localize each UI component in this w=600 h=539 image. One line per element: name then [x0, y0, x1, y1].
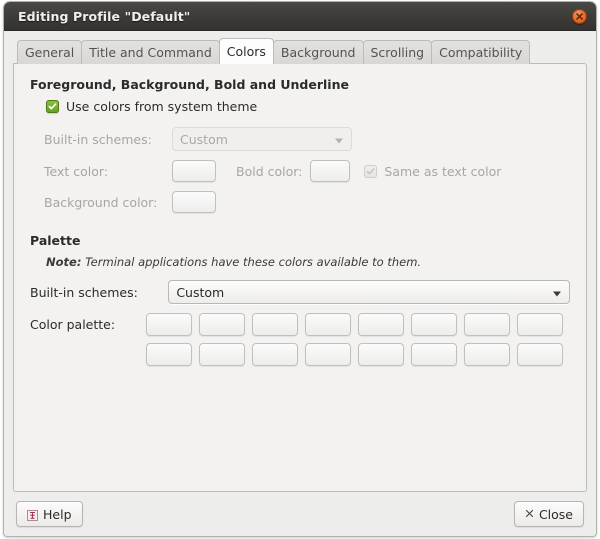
- help-button[interactable]: Help: [16, 501, 83, 527]
- palette-color-1-7[interactable]: [517, 343, 563, 366]
- color-palette-grid: [146, 313, 570, 373]
- colors-tab-panel: Foreground, Background, Bold and Underli…: [13, 63, 587, 492]
- builtin-schemes-palette-label: Built-in schemes:: [30, 284, 138, 300]
- text-color-label: Text color:: [44, 163, 109, 179]
- builtin-schemes-palette-row: Built-in schemes: Custom: [30, 280, 570, 304]
- editing-profile-dialog: Editing Profile "Default" General Title …: [4, 2, 596, 536]
- color-palette-label: Color palette:: [30, 317, 116, 332]
- bold-color-label: Bold color:: [236, 163, 303, 179]
- text-color-swatch[interactable]: [172, 160, 216, 182]
- palette-color-0-5[interactable]: [411, 313, 457, 336]
- same-as-text-checkmark-icon[interactable]: [364, 164, 378, 178]
- tab-compatibility[interactable]: Compatibility: [431, 40, 531, 64]
- use-system-theme-label: Use colors from system theme: [66, 99, 258, 114]
- palette-color-1-5[interactable]: [411, 343, 457, 366]
- chevron-down-icon: [335, 132, 343, 147]
- palette-note: Note: Terminal applications have these c…: [46, 255, 570, 269]
- chevron-down-icon: [553, 285, 561, 300]
- close-circle-icon[interactable]: [572, 9, 587, 24]
- builtin-schemes-fg-row: Built-in schemes: Custom: [44, 127, 570, 151]
- dialog-action-bar: Help Close: [4, 492, 596, 536]
- titlebar[interactable]: Editing Profile "Default": [4, 2, 596, 31]
- dialog-content: General Title and Command Colors Backgro…: [4, 31, 596, 492]
- palette-color-0-0[interactable]: [146, 313, 192, 336]
- background-color-row: Background color:: [44, 191, 570, 213]
- palette-color-0-1[interactable]: [199, 313, 245, 336]
- palette-color-1-4[interactable]: [358, 343, 404, 366]
- same-as-text-color-label: Same as text color: [384, 163, 502, 179]
- close-button-label: Close: [538, 506, 573, 522]
- palette-note-text: Terminal applications have these colors …: [85, 255, 422, 269]
- window-title: Editing Profile "Default": [18, 8, 191, 24]
- palette-color-1-0[interactable]: [146, 343, 192, 366]
- background-color-label: Background color:: [44, 194, 158, 210]
- tab-scrolling[interactable]: Scrolling: [362, 40, 433, 64]
- tab-background[interactable]: Background: [272, 40, 364, 64]
- tab-bar: General Title and Command Colors Backgro…: [13, 37, 587, 64]
- palette-color-0-4[interactable]: [358, 313, 404, 336]
- help-button-label: Help: [43, 506, 72, 522]
- tab-title-and-command[interactable]: Title and Command: [81, 40, 220, 64]
- builtin-schemes-palette-combo[interactable]: Custom: [168, 280, 570, 304]
- builtin-schemes-fg-value: Custom: [180, 131, 228, 147]
- builtin-schemes-palette-value: Custom: [176, 284, 225, 300]
- palette-color-1-1[interactable]: [199, 343, 245, 366]
- tab-colors[interactable]: Colors: [218, 38, 274, 64]
- close-button[interactable]: Close: [513, 501, 584, 527]
- foreground-section-title: Foreground, Background, Bold and Underli…: [30, 77, 349, 92]
- bold-color-swatch[interactable]: [310, 160, 351, 182]
- palette-color-0-6[interactable]: [464, 313, 510, 336]
- builtin-schemes-fg-label: Built-in schemes:: [44, 131, 152, 147]
- close-x-icon: [525, 508, 534, 521]
- text-bold-color-row: Text color: Bold color: Same as text col…: [44, 160, 570, 182]
- palette-section-title: Palette: [30, 233, 81, 248]
- palette-note-prefix: Note:: [46, 255, 82, 269]
- background-color-swatch[interactable]: [172, 191, 216, 213]
- checkmark-icon[interactable]: [46, 100, 59, 113]
- palette-color-0-7[interactable]: [517, 313, 563, 336]
- builtin-schemes-fg-combo[interactable]: Custom: [172, 127, 352, 151]
- palette-row-bright: [146, 343, 570, 366]
- palette-color-1-2[interactable]: [252, 343, 298, 366]
- palette-color-0-3[interactable]: [305, 313, 351, 336]
- color-palette-block: Color palette:: [30, 313, 570, 373]
- palette-row-normal: [146, 313, 570, 336]
- use-system-theme-checkbox-row[interactable]: Use colors from system theme: [46, 99, 570, 114]
- palette-color-1-3[interactable]: [305, 343, 351, 366]
- palette-color-0-2[interactable]: [252, 313, 298, 336]
- tab-general[interactable]: General: [17, 40, 83, 64]
- help-icon: [27, 509, 38, 521]
- palette-color-1-6[interactable]: [464, 343, 510, 366]
